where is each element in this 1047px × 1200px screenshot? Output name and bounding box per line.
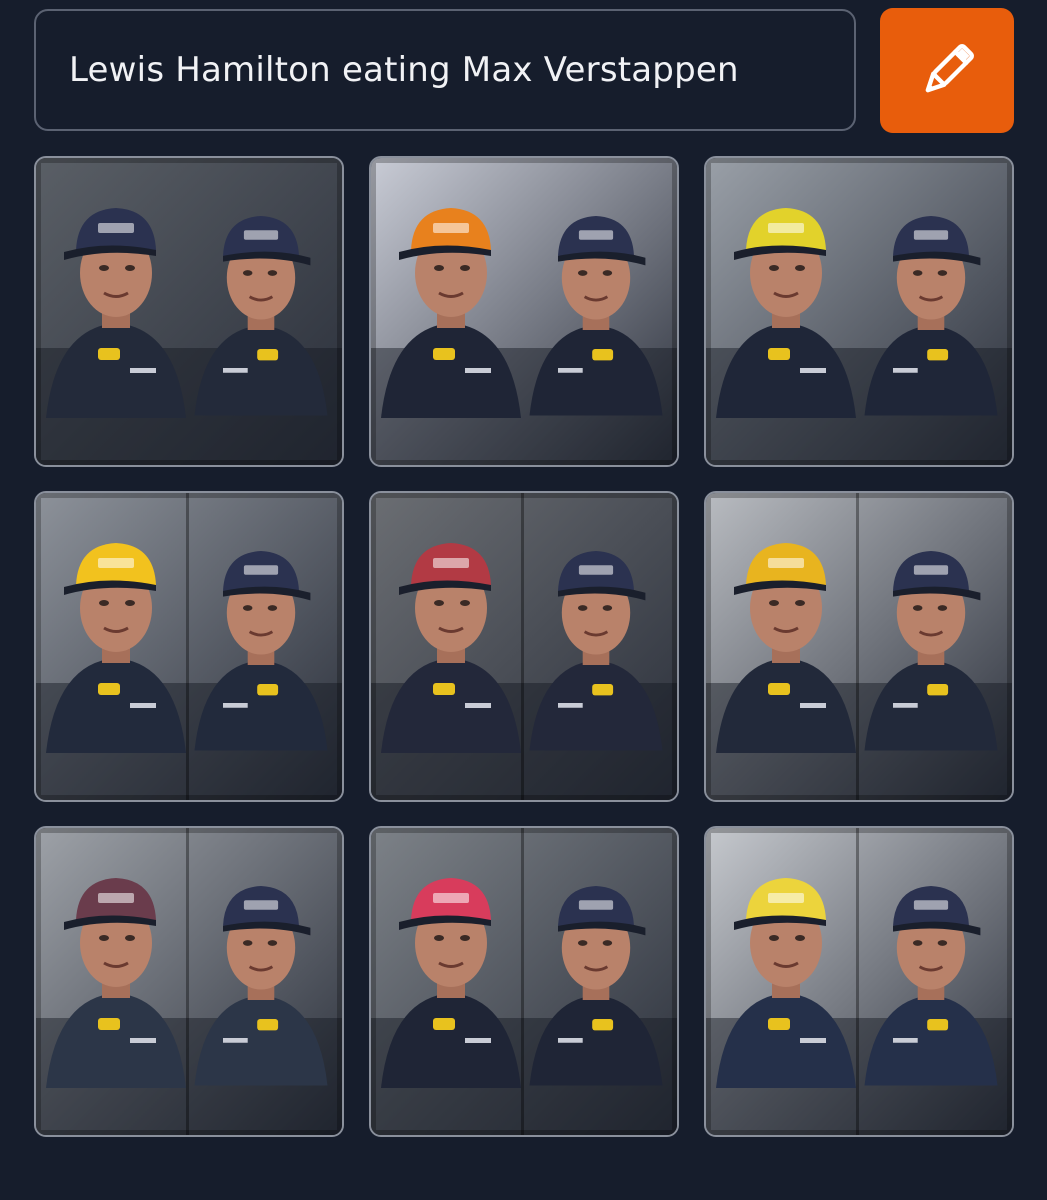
prompt-text[interactable]: Lewis Hamilton eating Max Verstappen: [69, 50, 739, 90]
result-image-tile[interactable]: [369, 826, 679, 1137]
result-image-tile[interactable]: [34, 491, 344, 802]
generated-image: [371, 493, 677, 800]
pencil-icon: [916, 40, 978, 102]
result-image-tile[interactable]: [704, 491, 1014, 802]
result-image-tile[interactable]: [34, 826, 344, 1137]
edit-button[interactable]: [880, 8, 1014, 133]
result-image-tile[interactable]: [704, 826, 1014, 1137]
generated-image: [36, 828, 342, 1135]
generated-image: [706, 828, 1012, 1135]
generated-image: [36, 493, 342, 800]
generated-image: [706, 493, 1012, 800]
result-image-tile[interactable]: [369, 491, 679, 802]
results-grid: [34, 156, 1014, 1137]
prompt-input[interactable]: Lewis Hamilton eating Max Verstappen: [34, 9, 856, 131]
result-image-tile[interactable]: [369, 156, 679, 467]
generated-image: [36, 158, 342, 465]
generated-image: [371, 158, 677, 465]
generated-image: [371, 828, 677, 1135]
result-image-tile[interactable]: [704, 156, 1014, 467]
generated-image: [706, 158, 1012, 465]
result-image-tile[interactable]: [34, 156, 344, 467]
